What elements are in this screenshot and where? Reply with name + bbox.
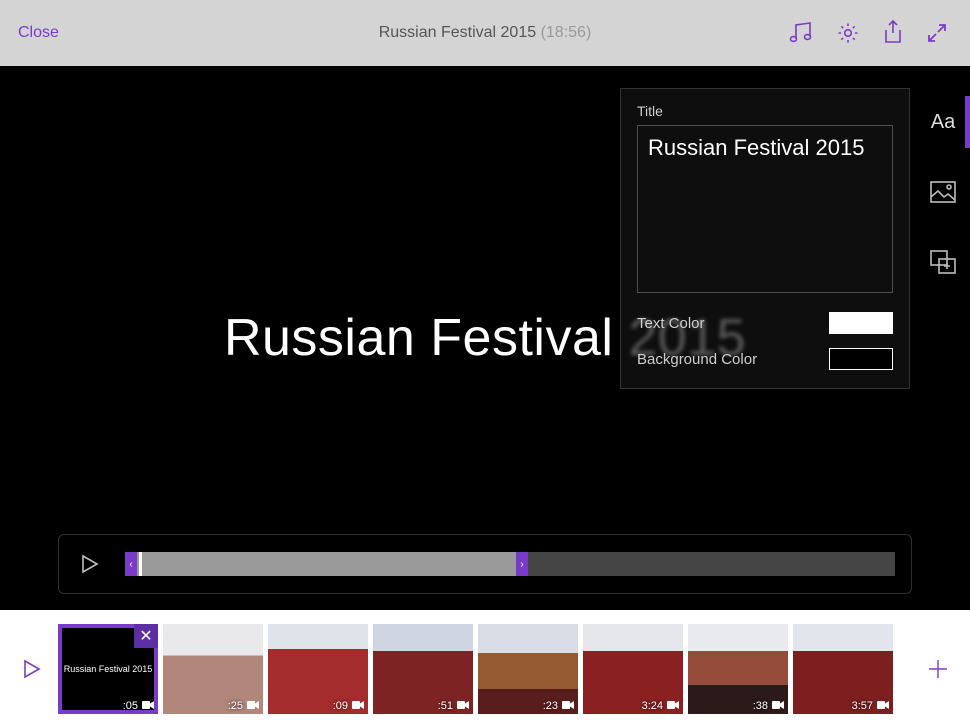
clip[interactable]: 3:24 bbox=[583, 624, 683, 714]
clip[interactable]: :09 bbox=[268, 624, 368, 714]
background-color-label: Background Color bbox=[637, 351, 757, 368]
video-icon bbox=[772, 700, 784, 712]
tool-strip: Aa bbox=[916, 88, 970, 282]
clip[interactable]: ✕ Russian Festival 2015 :05 bbox=[58, 624, 158, 714]
video-icon bbox=[352, 700, 364, 712]
add-clip-button[interactable] bbox=[922, 653, 954, 685]
share-icon[interactable] bbox=[882, 20, 904, 46]
music-icon[interactable] bbox=[788, 21, 814, 45]
trim-range bbox=[135, 552, 520, 576]
timeline-play-button[interactable] bbox=[16, 653, 48, 685]
clip-meta: :38 bbox=[753, 700, 784, 712]
clip-meta: :51 bbox=[438, 700, 469, 712]
clip-meta: :09 bbox=[333, 700, 364, 712]
project-duration: (18:56) bbox=[541, 24, 592, 41]
clip-duration: 3:57 bbox=[852, 700, 873, 712]
video-icon bbox=[877, 700, 889, 712]
project-title-text: Russian Festival 2015 bbox=[379, 24, 536, 41]
toolbar-actions bbox=[788, 20, 948, 46]
clip[interactable]: 3:57 bbox=[793, 624, 893, 714]
preview-play-button[interactable] bbox=[75, 549, 105, 579]
clip-title-label: Russian Festival 2015 bbox=[58, 664, 158, 674]
timeline: ✕ Russian Festival 2015 :05 :25 :09 :51 :23 3:2… bbox=[0, 610, 970, 728]
clip-duration: :25 bbox=[228, 700, 243, 712]
play-icon bbox=[23, 659, 41, 679]
add-layer-icon bbox=[930, 250, 956, 274]
gear-icon[interactable] bbox=[836, 21, 860, 45]
clip-duration: :23 bbox=[543, 700, 558, 712]
clip-duration: :09 bbox=[333, 700, 348, 712]
playhead[interactable] bbox=[139, 552, 142, 576]
video-icon bbox=[142, 700, 154, 712]
clip[interactable]: :38 bbox=[688, 624, 788, 714]
trim-handle-right[interactable]: › bbox=[516, 552, 528, 576]
text-color-label: Text Color bbox=[637, 315, 705, 332]
expand-icon[interactable] bbox=[926, 22, 948, 44]
clip-meta: :25 bbox=[228, 700, 259, 712]
clip-meta: :23 bbox=[543, 700, 574, 712]
clip[interactable]: :23 bbox=[478, 624, 578, 714]
text-tool-icon: Aa bbox=[931, 111, 955, 134]
media-tool[interactable] bbox=[916, 172, 970, 212]
clip-meta: 3:57 bbox=[852, 700, 889, 712]
chevron-left-icon: ‹ bbox=[129, 559, 132, 570]
trim-handle-left[interactable]: ‹ bbox=[125, 552, 137, 576]
clip[interactable]: :51 bbox=[373, 624, 473, 714]
clip-meta: :05 bbox=[123, 700, 154, 712]
clip-meta: 3:24 bbox=[642, 700, 679, 712]
title-inspector-panel: Title Text Color Background Color bbox=[620, 88, 910, 389]
video-icon bbox=[457, 700, 469, 712]
scrubber-track[interactable]: ‹ › bbox=[125, 552, 895, 576]
picture-icon bbox=[930, 181, 956, 203]
background-color-swatch[interactable] bbox=[829, 348, 893, 370]
clip[interactable]: :25 bbox=[163, 624, 263, 714]
clip-duration: :51 bbox=[438, 700, 453, 712]
toolbar: Close Russian Festival 2015 (18:56) bbox=[0, 0, 970, 66]
close-button[interactable]: Close bbox=[18, 24, 59, 42]
overlay-tool[interactable] bbox=[916, 242, 970, 282]
preview-area: Russian Festival 2015 Title Text Color B… bbox=[0, 66, 970, 610]
clip-duration: 3:24 bbox=[642, 700, 663, 712]
video-icon bbox=[667, 700, 679, 712]
text-tool[interactable]: Aa bbox=[916, 102, 970, 142]
text-color-swatch[interactable] bbox=[829, 312, 893, 334]
clip-strip: ✕ Russian Festival 2015 :05 :25 :09 :51 :23 3:2… bbox=[58, 624, 922, 714]
title-input[interactable] bbox=[637, 125, 893, 293]
clip-duration: :05 bbox=[123, 700, 138, 712]
clip-duration: :38 bbox=[753, 700, 768, 712]
video-icon bbox=[562, 700, 574, 712]
plus-icon bbox=[926, 657, 950, 681]
scrubber: ‹ › bbox=[58, 534, 912, 594]
delete-clip-button[interactable]: ✕ bbox=[134, 624, 158, 648]
video-icon bbox=[247, 700, 259, 712]
title-field-label: Title bbox=[637, 103, 893, 119]
chevron-right-icon: › bbox=[520, 559, 523, 570]
play-icon bbox=[81, 554, 99, 574]
